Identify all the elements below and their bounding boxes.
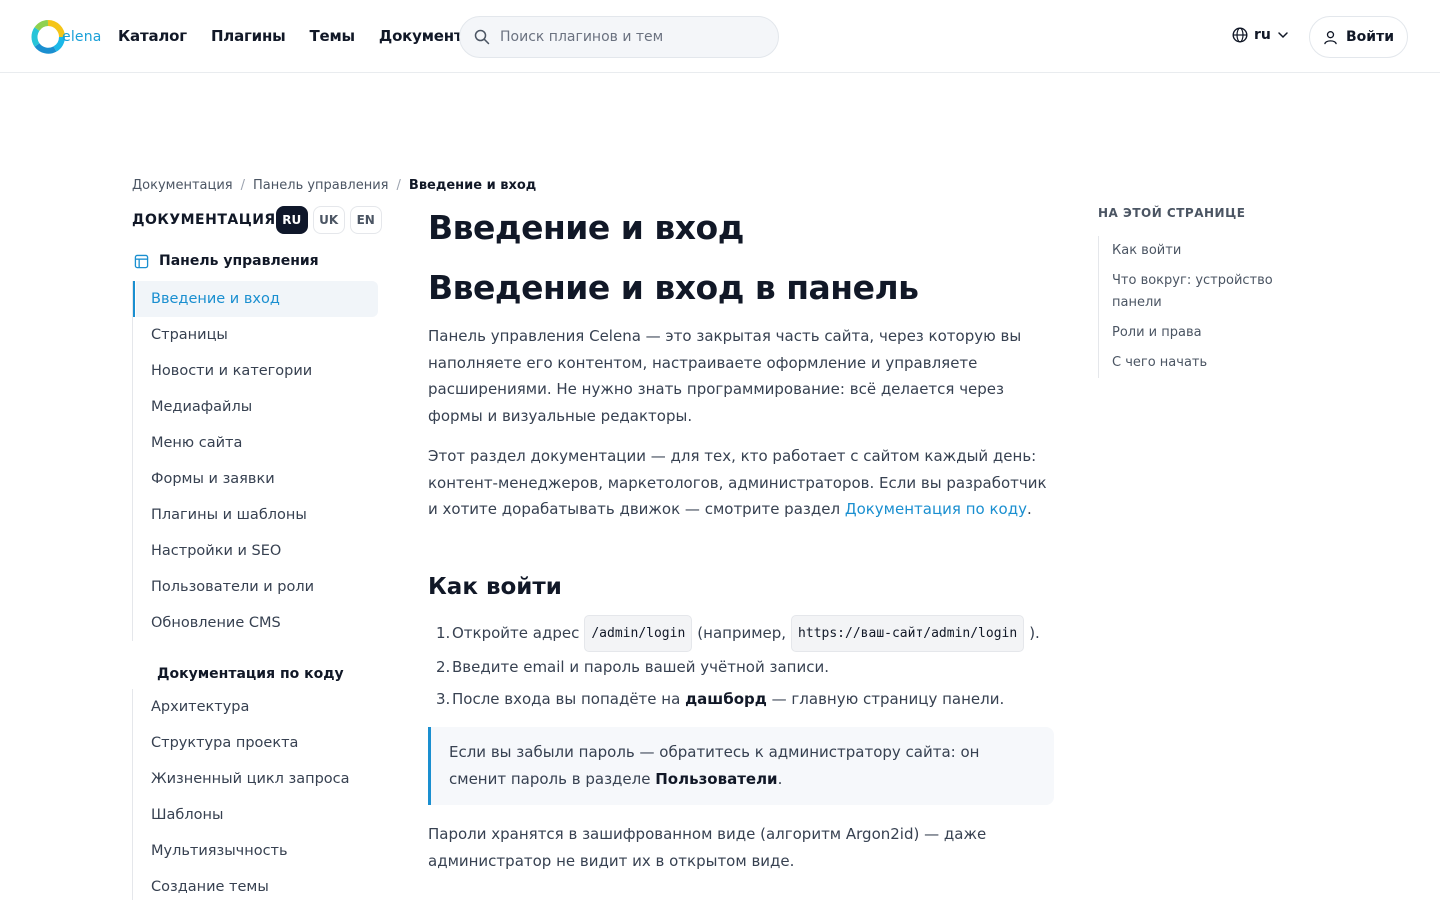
section-heading-login: Как войти xyxy=(428,573,562,600)
list-item: 3. После входа вы попадёте на дашборд — … xyxy=(428,684,1056,716)
step-number: 1. xyxy=(436,623,451,642)
sidebar-item-i18n[interactable]: Мультиязычность xyxy=(133,833,378,869)
sidebar-list-code: Архитектура Структура проекта Жизненный … xyxy=(132,689,378,900)
list-item: 1. Откройте адрес /admin/login (например… xyxy=(428,614,1056,652)
lang-pill-uk[interactable]: UK xyxy=(312,206,345,234)
search-box[interactable] xyxy=(459,16,779,58)
sidebar-item-lifecycle[interactable]: Жизненный цикл запроса xyxy=(133,761,378,797)
login-button[interactable]: Войти xyxy=(1309,16,1408,58)
sidebar-section-code[interactable]: Документация по коду xyxy=(132,661,378,687)
list-item: 2. Введите email и пароль вашей учётной … xyxy=(428,652,1056,684)
toc-list: Как войти Что вокруг: устройство панели … xyxy=(1098,236,1288,378)
step-number: 2. xyxy=(436,658,451,676)
login-label: Войти xyxy=(1345,29,1395,45)
search-input[interactable] xyxy=(500,29,760,45)
intro-paragraph: Панель управления Celena — это закрытая … xyxy=(428,327,1022,425)
inline-code: /admin/login xyxy=(584,614,693,652)
lang-pill-ru[interactable]: RU xyxy=(275,206,308,234)
sidebar-item-plugins[interactable]: Плагины и шаблоны xyxy=(133,497,378,533)
chevron-down-icon xyxy=(1278,32,1288,39)
inline-code: https://ваш-сайт/admin/login xyxy=(791,614,1025,652)
search-icon xyxy=(474,29,490,45)
sidebar-item-structure[interactable]: Структура проекта xyxy=(133,725,378,761)
lang-pill-en[interactable]: EN xyxy=(349,206,382,234)
audience-paragraph: Этот раздел документации — для тех, кто … xyxy=(428,443,1056,523)
toc-title: НА ЭТОЙ СТРАНИЦЕ xyxy=(1098,206,1246,220)
nav-themes[interactable]: Темы xyxy=(309,27,355,45)
language-switcher[interactable]: ru xyxy=(1232,27,1289,43)
layout-icon xyxy=(134,254,150,269)
toc-item-layout[interactable]: Что вокруг: устройство панели xyxy=(1112,266,1288,318)
toc-item-start[interactable]: С чего начать xyxy=(1112,348,1288,378)
table-of-contents: НА ЭТОЙ СТРАНИЦЕ Как войти Что вокруг: у… xyxy=(1098,206,1288,378)
step-text: Откройте адрес xyxy=(452,623,580,642)
step-text: (например, xyxy=(697,623,787,642)
step-text: — главную страницу панели. xyxy=(771,689,1005,708)
sidebar-item-update[interactable]: Обновление CMS xyxy=(133,605,378,641)
logo-text: elena xyxy=(62,29,102,45)
toc-item-roles[interactable]: Роли и права xyxy=(1112,318,1288,348)
breadcrumb: Документация / Панель управления / Введе… xyxy=(132,178,536,193)
callout-bold: Пользователи xyxy=(655,770,778,788)
current-language: ru xyxy=(1254,27,1271,43)
audience-end: . xyxy=(1026,500,1032,518)
sidebar-item-news[interactable]: Новости и категории xyxy=(133,353,378,389)
step-text: После входа вы попадёте на xyxy=(452,689,681,708)
nav-plugins[interactable]: Плагины xyxy=(211,27,286,45)
breadcrumb-docs[interactable]: Документация xyxy=(132,178,233,193)
sidebar-title: ДОКУМЕНТАЦИЯ xyxy=(132,212,276,228)
top-header: elena Каталог Плагины Темы Документация … xyxy=(0,0,1440,73)
docs-sidebar: ДОКУМЕНТАЦИЯ RU UK EN Панель управления … xyxy=(132,205,382,900)
step-bold: дашборд xyxy=(685,689,767,708)
step-text: Введите email и пароль вашей учётной зап… xyxy=(452,658,829,676)
user-icon xyxy=(1324,30,1337,44)
sidebar-item-users[interactable]: Пользователи и роли xyxy=(133,569,378,605)
doc-content: Введение и вход Введение и вход в панель… xyxy=(428,206,1056,874)
sidebar-item-media[interactable]: Медиафайлы xyxy=(133,389,378,425)
sidebar-section-panel[interactable]: Панель управления xyxy=(132,249,378,273)
page-subtitle: Введение и вход в панель xyxy=(428,268,919,307)
login-steps: 1. Откройте адрес /admin/login (например… xyxy=(428,614,1056,716)
sidebar-item-forms[interactable]: Формы и заявки xyxy=(133,461,378,497)
breadcrumb-current: Введение и вход xyxy=(408,178,537,193)
toc-item-login[interactable]: Как войти xyxy=(1112,236,1288,266)
globe-icon xyxy=(1232,27,1248,43)
sidebar-item-menu[interactable]: Меню сайта xyxy=(133,425,378,461)
sidebar-item-pages[interactable]: Страницы xyxy=(133,317,378,353)
code-docs-link[interactable]: Документация по коду xyxy=(845,500,1027,518)
doc-language-pills: RU UK EN xyxy=(275,206,382,234)
breadcrumb-separator: / xyxy=(240,178,246,193)
step-number: 3. xyxy=(436,689,451,708)
sidebar-item-intro[interactable]: Введение и вход xyxy=(133,281,378,317)
nav-catalog[interactable]: Каталог xyxy=(118,27,187,45)
celena-logo[interactable]: elena xyxy=(31,20,102,54)
sidebar-section-label: Панель управления xyxy=(159,253,319,269)
info-callout: Если вы забыли пароль — обратитесь к адм… xyxy=(428,727,1054,805)
breadcrumb-panel[interactable]: Панель управления xyxy=(253,178,389,193)
step-text: ). xyxy=(1029,623,1040,642)
page-title: Введение и вход xyxy=(428,208,744,247)
logo-ring-icon xyxy=(31,20,65,54)
sidebar-header: ДОКУМЕНТАЦИЯ RU UK EN xyxy=(132,205,382,235)
sidebar-item-settings[interactable]: Настройки и SEO xyxy=(133,533,378,569)
callout-end: . xyxy=(777,770,783,788)
sidebar-item-architecture[interactable]: Архитектура xyxy=(133,689,378,725)
sidebar-item-theme[interactable]: Создание темы xyxy=(133,869,378,900)
breadcrumb-separator: / xyxy=(396,178,401,193)
sidebar-list-panel: Введение и вход Страницы Новости и катег… xyxy=(132,281,378,641)
password-paragraph: Пароли хранятся в зашифрованном виде (ал… xyxy=(428,825,987,870)
sidebar-item-templates[interactable]: Шаблоны xyxy=(133,797,378,833)
